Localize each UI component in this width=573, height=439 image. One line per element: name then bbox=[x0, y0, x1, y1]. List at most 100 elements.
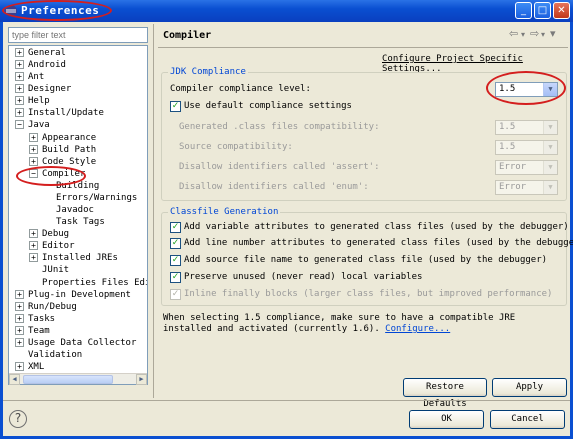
expand-icon[interactable]: + bbox=[15, 72, 24, 82]
expand-icon[interactable]: + bbox=[15, 301, 24, 311]
generated-class-compat-label: Generated .class files compatibility: bbox=[179, 122, 380, 132]
variable-attributes-checkbox[interactable]: ✓ bbox=[170, 222, 181, 233]
view-menu-icon[interactable]: ▾ bbox=[550, 27, 556, 40]
expand-icon[interactable]: + bbox=[15, 289, 24, 299]
restore-defaults-button[interactable]: Restore Defaults bbox=[403, 378, 487, 409]
close-button[interactable]: ✕ bbox=[553, 2, 570, 19]
tree-item[interactable]: + Install/Update bbox=[9, 107, 147, 119]
configure-jre-link[interactable]: Configure... bbox=[385, 324, 450, 334]
tree-item[interactable]: + XML bbox=[9, 361, 147, 373]
tree-item[interactable]: + Run/Debug bbox=[9, 301, 147, 313]
tree-item-label: Installed JREs bbox=[42, 253, 118, 264]
cancel-button[interactable]: Cancel bbox=[490, 410, 565, 429]
tree-item[interactable]: + Ant bbox=[9, 71, 147, 83]
tree-item[interactable]: + Usage Data Collector bbox=[9, 337, 147, 349]
tree-item[interactable]: Errors/Warnings bbox=[9, 192, 147, 204]
tree-item[interactable]: Task Tags bbox=[9, 216, 147, 228]
minimize-button[interactable]: _ bbox=[515, 2, 532, 19]
compiler-highlight-oval bbox=[16, 166, 86, 186]
tree-item-label: Install/Update bbox=[28, 108, 104, 119]
expand-icon[interactable]: + bbox=[15, 325, 24, 335]
help-icon[interactable]: ? bbox=[9, 410, 27, 428]
expand-icon[interactable]: + bbox=[15, 96, 24, 106]
expand-icon[interactable]: + bbox=[29, 229, 38, 239]
expand-icon[interactable]: + bbox=[29, 253, 38, 263]
apply-button[interactable]: Apply bbox=[492, 378, 567, 397]
filter-input[interactable] bbox=[8, 27, 148, 43]
tree-item[interactable]: + General bbox=[9, 47, 147, 59]
scroll-left-arrow-icon[interactable]: ◀ bbox=[9, 374, 20, 385]
tree-item[interactable]: + Designer bbox=[9, 83, 147, 95]
tree-item-label: General bbox=[28, 48, 66, 58]
forward-arrow-icon[interactable]: ⇨ bbox=[530, 27, 539, 40]
tree-item-label: Plug-in Development bbox=[28, 289, 131, 300]
tree-item[interactable]: + Debug bbox=[9, 228, 147, 240]
dialog-separator bbox=[3, 400, 570, 401]
ok-button[interactable]: OK bbox=[409, 410, 484, 429]
expand-icon[interactable]: + bbox=[15, 84, 24, 94]
chevron-down-icon: ▼ bbox=[543, 141, 557, 154]
use-default-compliance-checkbox[interactable]: ✓ bbox=[170, 101, 181, 112]
tree-item[interactable]: Validation bbox=[9, 349, 147, 361]
source-file-name-label: Add source file name to generated class … bbox=[184, 255, 548, 265]
expand-icon[interactable]: + bbox=[15, 108, 24, 118]
inline-finally-checkbox[interactable]: ✓ bbox=[170, 289, 181, 300]
scroll-thumb[interactable] bbox=[23, 375, 113, 384]
tree-horizontal-scrollbar[interactable]: ◀ ▶ bbox=[9, 373, 147, 385]
source-compat-value: 1.5 bbox=[499, 142, 516, 152]
tree-item-label: Task Tags bbox=[56, 217, 105, 228]
collapse-icon[interactable]: − bbox=[15, 120, 24, 130]
tree-item[interactable]: + Team bbox=[9, 325, 147, 337]
tree-item[interactable]: Javadoc bbox=[9, 204, 147, 216]
source-file-name-checkbox[interactable]: ✓ bbox=[170, 255, 181, 266]
disallow-enum-select[interactable]: Error ▼ bbox=[495, 180, 558, 195]
disallow-enum-label: Disallow identifiers called 'enum': bbox=[179, 182, 369, 192]
tree-item-label: Java bbox=[28, 120, 50, 131]
tree-item-label: Debug bbox=[42, 229, 70, 240]
expand-icon[interactable]: + bbox=[29, 132, 38, 142]
tree-item[interactable]: Properties Files Edit bbox=[9, 277, 147, 289]
tree-item[interactable]: + Android bbox=[9, 59, 147, 71]
expand-icon[interactable]: + bbox=[15, 48, 24, 57]
disallow-assert-select[interactable]: Error ▼ bbox=[495, 160, 558, 175]
generated-class-compat-select[interactable]: 1.5 ▼ bbox=[495, 120, 558, 135]
expand-icon[interactable]: + bbox=[29, 156, 38, 166]
tree-item[interactable]: + Plug-in Development bbox=[9, 289, 147, 301]
compliance-highlight-oval bbox=[486, 71, 566, 105]
pane-divider[interactable] bbox=[153, 24, 154, 398]
tree-item-label: Help bbox=[28, 96, 50, 107]
preserve-unused-locals-checkbox[interactable]: ✓ bbox=[170, 272, 181, 283]
expand-icon[interactable]: + bbox=[29, 241, 38, 251]
preferences-tree[interactable]: + General + Android + Ant + Designer + Help + Insta… bbox=[8, 45, 148, 385]
line-number-attributes-checkbox[interactable]: ✓ bbox=[170, 238, 181, 249]
tree-item[interactable]: + Code Style bbox=[9, 156, 147, 168]
compliance-note: When selecting 1.5 compliance, make sure… bbox=[163, 313, 563, 335]
tree-item-label: Appearance bbox=[42, 132, 97, 143]
tree-item[interactable]: + Build Path bbox=[9, 144, 147, 156]
scroll-right-arrow-icon[interactable]: ▶ bbox=[136, 374, 147, 385]
expand-icon[interactable]: + bbox=[15, 362, 24, 372]
tree-item-label: Build Path bbox=[42, 144, 97, 155]
tree-item[interactable]: − Java bbox=[9, 119, 147, 131]
expand-icon[interactable]: + bbox=[15, 337, 24, 347]
expand-icon[interactable]: + bbox=[15, 313, 24, 323]
tree-item[interactable]: + Help bbox=[9, 95, 147, 107]
tree-item[interactable]: + Appearance bbox=[9, 132, 147, 144]
back-arrow-icon[interactable]: ⇦ bbox=[509, 27, 518, 40]
back-dropdown-icon[interactable]: ▾ bbox=[521, 30, 525, 39]
expand-icon[interactable]: + bbox=[29, 144, 38, 154]
tree-item[interactable]: + Installed JREs bbox=[9, 252, 147, 264]
tree-item-label: Tasks bbox=[28, 313, 56, 324]
inline-finally-label: Inline finally blocks (larger class file… bbox=[184, 289, 553, 299]
maximize-button[interactable]: □ bbox=[534, 2, 551, 19]
tree-item-label: XML bbox=[28, 362, 45, 373]
tree-item[interactable]: + Editor bbox=[9, 240, 147, 252]
tree-item[interactable]: + Tasks bbox=[9, 313, 147, 325]
tree-item-label: Validation bbox=[28, 350, 83, 360]
forward-dropdown-icon[interactable]: ▾ bbox=[541, 30, 545, 39]
source-compat-label: Source compatibility: bbox=[179, 142, 293, 152]
expand-icon[interactable]: + bbox=[15, 60, 24, 70]
configure-project-settings-link[interactable]: Configure Project Specific Settings... bbox=[382, 54, 573, 74]
source-compat-select[interactable]: 1.5 ▼ bbox=[495, 140, 558, 155]
tree-item[interactable]: JUnit bbox=[9, 264, 147, 276]
